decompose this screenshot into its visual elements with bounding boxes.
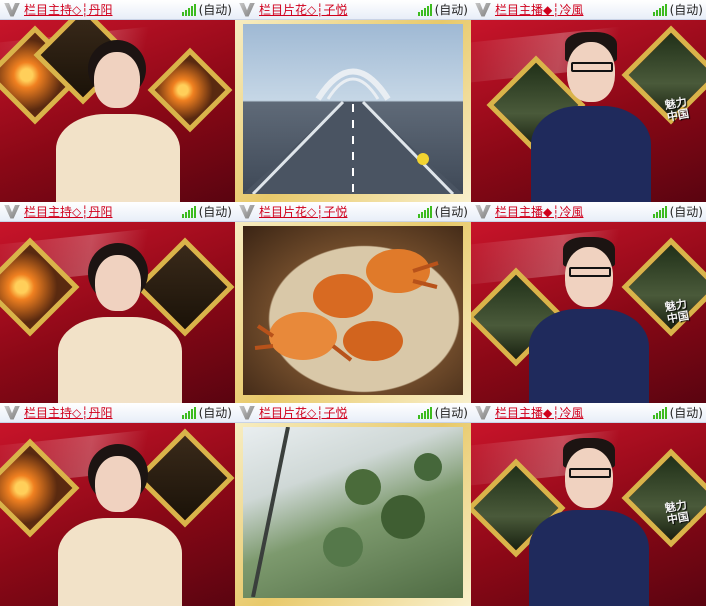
presenter-man [529, 436, 649, 606]
signal-bars-icon [181, 3, 196, 16]
video-tile-anchor-lengfeng[interactable]: 栏目主播◆┆冷風 (自动) 魅力 中国 [471, 202, 706, 403]
video-tile-anchor-lengfeng[interactable]: 栏目主播◆┆冷風 (自动) 魅力 中国 [471, 403, 706, 606]
bridge-scene [243, 68, 463, 194]
signal-bars-icon [652, 3, 667, 16]
tile-header: 栏目片花◇┆子悦 (自动) [235, 202, 471, 222]
user-name-link[interactable]: 栏目主播◆┆冷風 [495, 203, 653, 220]
v-logo-icon [475, 204, 491, 219]
v-logo-icon [239, 2, 255, 17]
video-feed [0, 20, 235, 202]
mode-label: (自动) [198, 406, 232, 420]
signal-bars-icon [417, 3, 432, 16]
v-logo-icon [475, 2, 491, 17]
presenter-woman [58, 241, 182, 403]
presenter-woman [58, 442, 182, 606]
user-name-link[interactable]: 栏目片花◇┆子悦 [259, 1, 418, 18]
mode-label: (自动) [434, 205, 468, 219]
channel-watermark: 魅力 中国 [663, 95, 690, 124]
crabs-clip [243, 226, 463, 395]
video-feed: 魅力 中国 [471, 222, 706, 403]
video-feed [0, 222, 235, 403]
user-name-link[interactable]: 栏目主播◆┆冷風 [495, 1, 653, 18]
presenter-man [529, 235, 649, 403]
aerial-clip [243, 427, 463, 598]
user-name-link[interactable]: 栏目主持◇┆丹阳 [24, 404, 182, 421]
signal-bars-icon [652, 205, 667, 218]
mode-label: (自动) [669, 205, 703, 219]
video-tile-host-dan[interactable]: 栏目主持◇┆丹阳 (自动) [0, 0, 235, 202]
video-feed [235, 423, 471, 606]
v-logo-icon [475, 405, 491, 420]
video-tile-clip-ziyue[interactable]: 栏目片花◇┆子悦 (自动) [235, 202, 471, 403]
tile-header: 栏目主持◇┆丹阳 (自动) [0, 0, 235, 20]
v-logo-icon [239, 405, 255, 420]
signal-bars-icon [652, 406, 667, 419]
user-name-link[interactable]: 栏目主播◆┆冷風 [495, 404, 653, 421]
video-tile-host-dan[interactable]: 栏目主持◇┆丹阳 (自动) [0, 202, 235, 403]
tile-header: 栏目主播◆┆冷風 (自动) [471, 202, 706, 222]
mode-label: (自动) [669, 3, 703, 17]
video-feed [235, 20, 471, 202]
video-feed: 魅力 中国 [471, 423, 706, 606]
mode-label: (自动) [198, 3, 232, 17]
mode-label: (自动) [434, 3, 468, 17]
aerial-scene [251, 427, 442, 598]
mode-label: (自动) [198, 205, 232, 219]
v-logo-icon [4, 405, 20, 420]
video-feed: 魅力 中国 [471, 20, 706, 202]
presenter-man [531, 30, 651, 202]
mode-label: (自动) [434, 406, 468, 420]
video-feed [0, 423, 235, 606]
v-logo-icon [4, 2, 20, 17]
presenter-woman [56, 36, 180, 202]
user-name-link[interactable]: 栏目片花◇┆子悦 [259, 404, 418, 421]
v-logo-icon [4, 204, 20, 219]
user-name-link[interactable]: 栏目片花◇┆子悦 [259, 203, 418, 220]
tile-header: 栏目主播◆┆冷風 (自动) [471, 403, 706, 423]
v-logo-icon [239, 204, 255, 219]
video-tile-host-dan[interactable]: 栏目主持◇┆丹阳 (自动) [0, 403, 235, 606]
user-name-link[interactable]: 栏目主持◇┆丹阳 [24, 203, 182, 220]
crabs-scene [254, 249, 439, 362]
channel-watermark: 魅力 中国 [663, 297, 690, 326]
tile-header: 栏目片花◇┆子悦 (自动) [235, 403, 471, 423]
video-tile-anchor-lengfeng[interactable]: 栏目主播◆┆冷風 (自动) 魅力 中国 [471, 0, 706, 202]
video-tile-clip-ziyue[interactable]: 栏目片花◇┆子悦 (自动) [235, 403, 471, 606]
signal-bars-icon [417, 406, 432, 419]
tile-header: 栏目片花◇┆子悦 (自动) [235, 0, 471, 20]
signal-bars-icon [181, 205, 196, 218]
video-tile-clip-ziyue[interactable]: 栏目片花◇┆子悦 (自动) [235, 0, 471, 202]
tile-header: 栏目主持◇┆丹阳 (自动) [0, 403, 235, 423]
tile-header: 栏目主持◇┆丹阳 (自动) [0, 202, 235, 222]
tile-header: 栏目主播◆┆冷風 (自动) [471, 0, 706, 20]
signal-bars-icon [181, 406, 196, 419]
channel-watermark: 魅力 中国 [663, 498, 690, 527]
video-feed [235, 222, 471, 403]
signal-bars-icon [417, 205, 432, 218]
bridge-clip [243, 24, 463, 194]
user-name-link[interactable]: 栏目主持◇┆丹阳 [24, 1, 182, 18]
mode-label: (自动) [669, 406, 703, 420]
video-wall: 栏目主持◇┆丹阳 (自动) 栏目片花◇┆子悦 (自动) 栏目主播◆┆冷風 (自动… [0, 0, 706, 606]
